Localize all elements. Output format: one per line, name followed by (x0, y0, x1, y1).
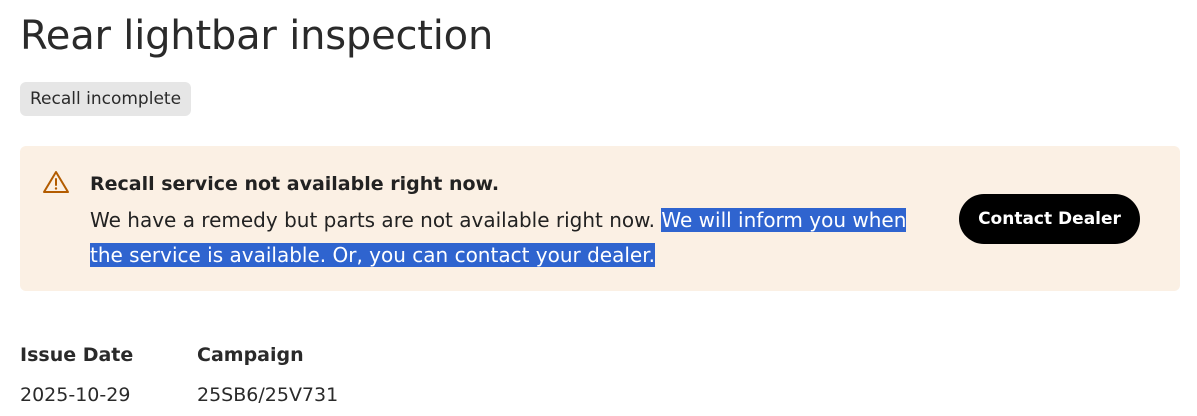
status-badge: Recall incomplete (20, 82, 192, 116)
recall-detail-page: Rear lightbar inspection Recall incomple… (0, 0, 1197, 416)
contact-dealer-button[interactable]: Contact Dealer (959, 194, 1140, 244)
alert-heading: Recall service not available right now. (90, 173, 500, 195)
issue-date-label: Issue Date (20, 344, 134, 366)
alert-message: We have a remedy but parts are not avail… (90, 203, 940, 273)
campaign-label: Campaign (197, 344, 304, 366)
issue-date-value: 2025-10-29 (20, 384, 131, 406)
recall-alert-banner: Recall service not available right now. … (20, 146, 1180, 291)
campaign-value: 25SB6/25V731 (197, 384, 339, 406)
page-title: Rear lightbar inspection (20, 13, 494, 59)
alert-message-plain: We have a remedy but parts are not avail… (90, 208, 662, 232)
warning-triangle-icon (43, 171, 69, 193)
